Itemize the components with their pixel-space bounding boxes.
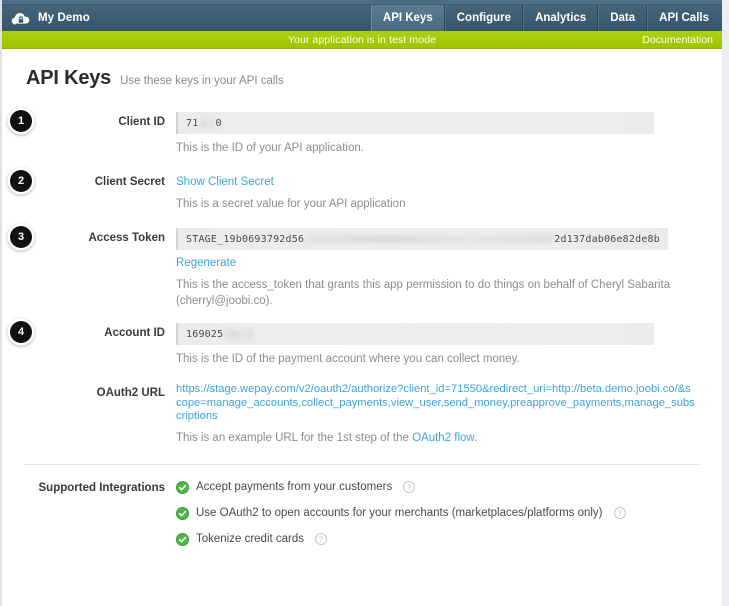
tab-api-keys[interactable]: API Keys <box>370 5 445 31</box>
list-item: Accept payments from your customers ? <box>176 480 700 494</box>
client-id-label: Client ID <box>118 116 165 128</box>
access-token-redacted: xxx <box>305 235 554 243</box>
help-icon[interactable]: ? <box>403 481 416 493</box>
supported-integrations-label: Supported Integrations <box>38 481 166 494</box>
account-id-label-wrap: 4 Account ID <box>10 321 176 343</box>
access-token-body: STAGE_19b0693792d56xxx2d137dab06e82de8b … <box>176 228 700 309</box>
tab-configure[interactable]: Configure <box>444 5 524 31</box>
client-secret-help: This is a secret value for your API appl… <box>176 198 406 210</box>
oauth2-help-suffix: . <box>474 431 478 444</box>
check-circle-icon <box>176 506 189 520</box>
field-row-client-id: 1 Client ID 71xxx0 This is the ID of you… <box>10 110 700 156</box>
tab-api-calls[interactable]: API Calls <box>647 5 722 31</box>
callout-badge-2: 2 <box>10 170 32 192</box>
client-id-value[interactable]: 71xxx0 <box>176 112 654 134</box>
access-token-value-suffix: 2d137dab06e82de8b <box>554 233 660 245</box>
check-circle-icon <box>176 532 189 546</box>
brand-name: My Demo <box>38 12 90 24</box>
access-token-value[interactable]: STAGE_19b0693792d56xxx2d137dab06e82de8b <box>176 228 668 250</box>
test-mode-message: Your application is in test mode <box>287 33 437 46</box>
client-id-body: 71xxx0 This is the ID of your API applic… <box>176 112 700 156</box>
integrations-list: Accept payments from your customers ? Us… <box>176 480 700 546</box>
account-id-value[interactable]: 169025xxx <box>176 323 654 345</box>
list-item: Use OAuth2 to open accounts for your mer… <box>176 506 700 520</box>
field-row-oauth2-url: OAuth2 URL https://stage.wepay.com/v2/oa… <box>24 383 700 444</box>
documentation-link[interactable]: Documentation <box>642 34 713 46</box>
app-header: My Demo API Keys Configure Analytics Dat… <box>2 5 722 31</box>
show-client-secret-link[interactable]: Show Client Secret <box>176 176 274 188</box>
main-tabs: API Keys Configure Analytics Data API Ca… <box>370 5 722 31</box>
account-id-help: This is the ID of the payment account wh… <box>176 353 520 365</box>
page-title: API Keys <box>26 67 112 89</box>
field-row-account-id: 4 Account ID 169025xxx This is the ID of… <box>10 321 700 367</box>
oauth2-url-help: This is an example URL for the 1st step … <box>176 432 700 444</box>
oauth2-url-body: https://stage.wepay.com/v2/oauth2/author… <box>176 383 700 444</box>
callout-badge-1: 1 <box>10 110 32 132</box>
list-item: Tokenize credit cards ? <box>176 532 700 546</box>
client-id-help: This is the ID of your API application. <box>176 142 364 154</box>
access-token-label: Access Token <box>88 232 166 244</box>
oauth2-url-label-wrap: OAuth2 URL <box>24 383 176 399</box>
field-row-access-token: 3 Access Token STAGE_19b0693792d56xxx2d1… <box>10 226 700 309</box>
regenerate-link[interactable]: Regenerate <box>176 257 236 269</box>
account-id-value-prefix: 169025 <box>186 328 224 340</box>
callout-badge-3: 3 <box>10 226 32 248</box>
brand[interactable]: My Demo <box>2 5 371 31</box>
page-header: API Keys Use these keys in your API call… <box>24 67 700 90</box>
account-id-redacted: xxx <box>224 329 254 339</box>
tab-analytics[interactable]: Analytics <box>523 5 599 31</box>
field-row-client-secret: 2 Client Secret Show Client Secret This … <box>10 170 700 212</box>
section-divider <box>24 463 700 465</box>
oauth2-url-value[interactable]: https://stage.wepay.com/v2/oauth2/author… <box>176 383 696 424</box>
supported-integrations-section: Supported Integrations Accept payments f… <box>24 480 700 546</box>
help-icon[interactable]: ? <box>315 533 328 545</box>
page-content: API Keys Use these keys in your API call… <box>2 49 722 606</box>
oauth2-help-prefix: This is an example URL for the 1st step … <box>176 431 413 444</box>
client-secret-label-wrap: 2 Client Secret <box>10 170 176 192</box>
test-mode-bar: Your application is in test mode Documen… <box>2 31 722 49</box>
client-id-label-wrap: 1 Client ID <box>10 110 176 132</box>
tab-data[interactable]: Data <box>598 5 648 31</box>
app-window: My Demo API Keys Configure Analytics Dat… <box>0 0 729 606</box>
client-id-value-prefix: 71 <box>186 117 199 129</box>
help-icon[interactable]: ? <box>613 507 626 519</box>
integration-label: Use OAuth2 to open accounts for your mer… <box>196 507 603 519</box>
access-token-label-wrap: 3 Access Token <box>10 226 176 248</box>
cloud-lock-icon <box>11 11 31 26</box>
account-id-body: 169025xxx This is the ID of the payment … <box>176 323 700 367</box>
integration-label: Tokenize credit cards <box>196 533 305 545</box>
access-token-help: This is the access_token that grants thi… <box>176 279 671 307</box>
client-secret-label: Client Secret <box>94 176 165 188</box>
client-id-redacted: xxx <box>199 118 215 128</box>
page-subtitle: Use these keys in your API calls <box>120 75 284 87</box>
check-circle-icon <box>176 480 189 494</box>
account-id-label: Account ID <box>104 327 165 339</box>
access-token-value-prefix: STAGE_19b0693792d56 <box>186 233 305 245</box>
oauth2-url-label: OAuth2 URL <box>96 387 165 399</box>
oauth2-flow-link[interactable]: OAuth2 flow <box>412 432 474 444</box>
integration-label: Accept payments from your customers <box>196 481 393 493</box>
client-secret-body: Show Client Secret This is a secret valu… <box>176 172 700 212</box>
callout-badge-4: 4 <box>10 321 32 343</box>
